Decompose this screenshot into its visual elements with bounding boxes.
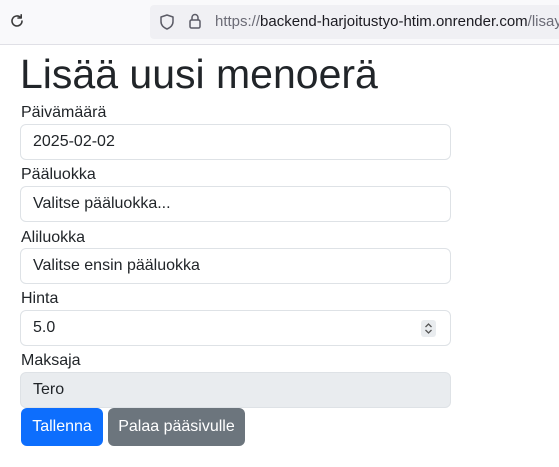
save-button[interactable]: Tallenna xyxy=(21,408,103,446)
sub-category-select[interactable]: Valitse ensin pääluokka xyxy=(20,248,451,284)
url-path: /lisays xyxy=(527,13,559,30)
shield-icon[interactable] xyxy=(158,13,176,31)
price-value: 5.0 xyxy=(33,319,56,336)
number-spinner-icon[interactable] xyxy=(421,320,436,337)
url-text[interactable]: https://backend-harjoitustyo-htim.onrend… xyxy=(215,13,559,30)
reload-icon[interactable] xyxy=(7,11,27,31)
browser-toolbar: https://backend-harjoitustyo-htim.onrend… xyxy=(0,0,559,45)
main-category-select[interactable]: Valitse pääluokka... xyxy=(20,186,451,222)
page-title: Lisää uusi menoerä xyxy=(20,51,378,97)
payer-input: Tero xyxy=(20,372,451,408)
main-category-label: Pääluokka xyxy=(21,166,96,183)
url-scheme: https:// xyxy=(215,13,261,30)
lock-icon[interactable] xyxy=(186,12,204,30)
payer-label: Maksaja xyxy=(21,352,81,369)
price-input[interactable]: 5.0 xyxy=(20,310,451,346)
price-label: Hinta xyxy=(21,290,59,307)
date-input[interactable]: 2025-02-02 xyxy=(20,124,451,160)
sub-category-label: Aliluokka xyxy=(21,229,86,246)
url-host: backend-harjoitustyo-htim.onrender.com xyxy=(260,13,528,30)
back-to-main-button[interactable]: Palaa pääsivulle xyxy=(108,408,245,446)
date-label: Päivämäärä xyxy=(21,104,107,121)
